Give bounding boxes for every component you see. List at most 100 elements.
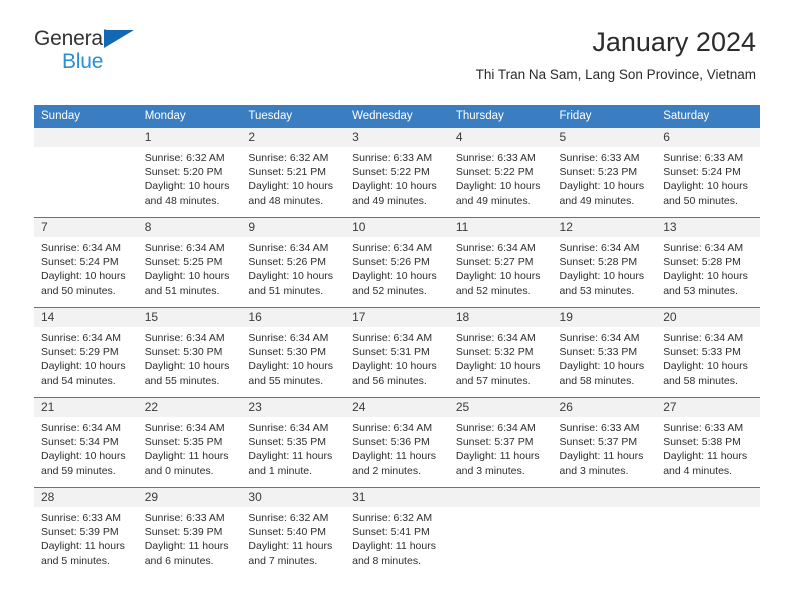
daylight-text: Daylight: 10 hours and 52 minutes. [352, 270, 437, 297]
day-number: 19 [552, 308, 657, 327]
day-details: Sunrise: 6:34 AM Sunset: 5:33 PM Daylight:… [553, 327, 657, 388]
calendar-day-cell[interactable]: 14 Sunrise: 6:34 AM Sunset: 5:29 PM Dayligh… [34, 307, 138, 398]
calendar-day-cell[interactable]: 24 Sunrise: 6:34 AM Sunset: 5:36 PM Dayligh… [345, 397, 449, 488]
day-number: 22 [137, 398, 242, 417]
weekday-header-friday: Friday [552, 105, 657, 128]
daylight-text: Daylight: 11 hours and 3 minutes. [559, 450, 644, 477]
calendar-day-cell[interactable]: 18 Sunrise: 6:34 AM Sunset: 5:32 PM Dayligh… [448, 307, 553, 398]
sunrise-text: Sunrise: 6:34 AM [352, 422, 433, 434]
calendar-day-cell[interactable]: 11 Sunrise: 6:34 AM Sunset: 5:27 PM Dayligh… [448, 217, 553, 308]
calendar-day-cell[interactable]: 26 Sunrise: 6:33 AM Sunset: 5:37 PM Dayligh… [552, 397, 657, 488]
sunrise-text: Sunrise: 6:34 AM [455, 242, 536, 254]
daylight-text: Daylight: 10 hours and 59 minutes. [41, 450, 126, 477]
day-details: Sunrise: 6:34 AM Sunset: 5:33 PM Daylight:… [656, 327, 760, 388]
sunrise-text: Sunrise: 6:34 AM [559, 242, 640, 254]
calendar-day-cell[interactable]: 16 Sunrise: 6:34 AM Sunset: 5:30 PM Dayligh… [241, 307, 346, 398]
sunset-text: Sunset: 5:28 PM [559, 256, 638, 269]
sunrise-text: Sunrise: 6:34 AM [663, 242, 744, 254]
day-number: 7 [34, 218, 138, 237]
day-details: Sunrise: 6:34 AM Sunset: 5:30 PM Daylight:… [138, 327, 242, 388]
calendar-day-cell[interactable]: 12 Sunrise: 6:34 AM Sunset: 5:28 PM Dayligh… [552, 217, 657, 308]
calendar-day-cell[interactable]: 27 Sunrise: 6:33 AM Sunset: 5:38 PM Dayligh… [656, 397, 760, 488]
calendar-day-cell[interactable]: 7 Sunrise: 6:34 AM Sunset: 5:24 PM Daylight… [34, 217, 138, 308]
calendar-day-cell[interactable]: 13 Sunrise: 6:34 AM Sunset: 5:28 PM Dayligh… [656, 217, 760, 308]
calendar-day-cell[interactable]: 20 Sunrise: 6:34 AM Sunset: 5:33 PM Dayligh… [656, 307, 760, 398]
calendar-day-cell[interactable]: 3 Sunrise: 6:33 AM Sunset: 5:22 PM Daylight… [345, 127, 449, 218]
sunset-text: Sunset: 5:35 PM [144, 436, 223, 449]
day-number: 24 [345, 398, 449, 417]
calendar-day-cell[interactable]: 4 Sunrise: 6:33 AM Sunset: 5:22 PM Daylight… [448, 127, 553, 218]
logo-blue-label: Blue [62, 50, 104, 73]
calendar-day-cell[interactable]: 17 Sunrise: 6:34 AM Sunset: 5:31 PM Dayligh… [345, 307, 449, 398]
weekday-header-wednesday: Wednesday [345, 105, 449, 128]
daylight-text: Daylight: 10 hours and 50 minutes. [663, 180, 748, 207]
day-number: 2 [241, 128, 346, 147]
daylight-text: Daylight: 11 hours and 3 minutes. [455, 450, 540, 477]
sunset-text: Sunset: 5:38 PM [663, 436, 741, 449]
sunset-text: Sunset: 5:37 PM [455, 436, 534, 449]
calendar-day-cell[interactable]: 23 Sunrise: 6:34 AM Sunset: 5:35 PM Dayligh… [241, 397, 346, 488]
sunset-text: Sunset: 5:31 PM [352, 346, 430, 359]
calendar-day-cell[interactable]: 30 Sunrise: 6:32 AM Sunset: 5:40 PM Dayligh… [241, 487, 346, 578]
calendar-day-cell[interactable]: 25 Sunrise: 6:34 AM Sunset: 5:37 PM Dayligh… [448, 397, 553, 488]
sunset-text: Sunset: 5:30 PM [248, 346, 327, 359]
weekday-header-row: Sunday Monday Tuesday Wednesday Thursday… [34, 105, 760, 128]
sunset-text: Sunset: 5:22 PM [455, 166, 534, 179]
calendar-day-cell[interactable]: 6 Sunrise: 6:33 AM Sunset: 5:24 PM Daylight… [656, 127, 760, 218]
daylight-text: Daylight: 10 hours and 55 minutes. [248, 360, 334, 387]
day-details: Sunrise: 6:33 AM Sunset: 5:22 PM Daylight:… [345, 147, 449, 208]
sunrise-text: Sunrise: 6:33 AM [41, 512, 121, 524]
sunset-text: Sunset: 5:39 PM [41, 526, 119, 539]
day-details: Sunrise: 6:34 AM Sunset: 5:27 PM Daylight:… [449, 237, 553, 298]
sunset-text: Sunset: 5:33 PM [663, 346, 741, 359]
sunrise-text: Sunrise: 6:34 AM [248, 242, 329, 254]
day-details: Sunrise: 6:33 AM Sunset: 5:39 PM Daylight:… [138, 507, 242, 568]
daylight-text: Daylight: 10 hours and 49 minutes. [352, 180, 437, 207]
calendar-day-cell[interactable]: 9 Sunrise: 6:34 AM Sunset: 5:26 PM Daylight… [241, 217, 346, 308]
day-details: Sunrise: 6:33 AM Sunset: 5:39 PM Daylight:… [34, 507, 138, 568]
day-details: Sunrise: 6:34 AM Sunset: 5:28 PM Daylight:… [656, 237, 760, 298]
sunset-text: Sunset: 5:22 PM [352, 166, 430, 179]
day-details: Sunrise: 6:34 AM Sunset: 5:29 PM Daylight:… [34, 327, 138, 388]
day-details: Sunrise: 6:34 AM Sunset: 5:37 PM Daylight:… [449, 417, 553, 478]
sunrise-text: Sunrise: 6:34 AM [41, 332, 121, 344]
calendar-day-cell[interactable]: 2 Sunrise: 6:32 AM Sunset: 5:21 PM Daylight… [241, 127, 346, 218]
day-number: 16 [241, 308, 346, 327]
day-number: 29 [137, 488, 242, 507]
calendar-day-cell[interactable]: 22 Sunrise: 6:34 AM Sunset: 5:35 PM Dayligh… [137, 397, 242, 488]
calendar-day-cell[interactable]: 31 Sunrise: 6:32 AM Sunset: 5:41 PM Dayligh… [345, 487, 449, 578]
day-details: Sunrise: 6:33 AM Sunset: 5:38 PM Daylight:… [656, 417, 760, 478]
sunrise-text: Sunrise: 6:34 AM [352, 332, 433, 344]
weekday-header-tuesday: Tuesday [241, 105, 346, 128]
calendar-week-row: 28 Sunrise: 6:33 AM Sunset: 5:39 PM Dayligh… [34, 487, 760, 578]
day-number [552, 488, 657, 507]
sunset-text: Sunset: 5:30 PM [144, 346, 223, 359]
daylight-text: Daylight: 10 hours and 48 minutes. [144, 180, 230, 207]
day-number: 12 [552, 218, 657, 237]
calendar-day-cell[interactable]: 10 Sunrise: 6:34 AM Sunset: 5:26 PM Dayligh… [345, 217, 449, 308]
calendar-day-cell[interactable]: 8 Sunrise: 6:34 AM Sunset: 5:25 PM Daylight… [137, 217, 242, 308]
day-number [656, 488, 760, 507]
day-number: 30 [241, 488, 346, 507]
calendar-day-cell[interactable]: 15 Sunrise: 6:34 AM Sunset: 5:30 PM Dayligh… [137, 307, 242, 398]
sunrise-text: Sunrise: 6:34 AM [41, 422, 121, 434]
calendar-day-cell[interactable]: 21 Sunrise: 6:34 AM Sunset: 5:34 PM Dayligh… [34, 397, 138, 488]
calendar-day-cell[interactable]: 5 Sunrise: 6:33 AM Sunset: 5:23 PM Daylight… [552, 127, 657, 218]
daylight-text: Daylight: 10 hours and 48 minutes. [248, 180, 334, 207]
sunrise-text: Sunrise: 6:33 AM [559, 152, 640, 164]
sunset-text: Sunset: 5:27 PM [455, 256, 534, 269]
calendar-day-cell[interactable]: 19 Sunrise: 6:34 AM Sunset: 5:33 PM Dayligh… [552, 307, 657, 398]
sunset-text: Sunset: 5:39 PM [144, 526, 223, 539]
calendar-day-cell[interactable]: 1 Sunrise: 6:32 AM Sunset: 5:20 PM Daylight… [137, 127, 242, 218]
day-number: 17 [345, 308, 449, 327]
day-number: 26 [552, 398, 657, 417]
sunset-text: Sunset: 5:37 PM [559, 436, 638, 449]
daylight-text: Daylight: 11 hours and 2 minutes. [352, 450, 436, 477]
sunrise-text: Sunrise: 6:34 AM [144, 332, 225, 344]
day-details: Sunrise: 6:33 AM Sunset: 5:22 PM Daylight:… [449, 147, 553, 208]
sunset-text: Sunset: 5:23 PM [559, 166, 638, 179]
calendar-day-cell[interactable]: 29 Sunrise: 6:33 AM Sunset: 5:39 PM Dayligh… [137, 487, 242, 578]
page-header: General Blue January 2024 Thi Tran Na Sa… [0, 0, 792, 82]
sunrise-text: Sunrise: 6:34 AM [455, 332, 536, 344]
calendar-day-cell[interactable]: 28 Sunrise: 6:33 AM Sunset: 5:39 PM Dayligh… [34, 487, 138, 578]
